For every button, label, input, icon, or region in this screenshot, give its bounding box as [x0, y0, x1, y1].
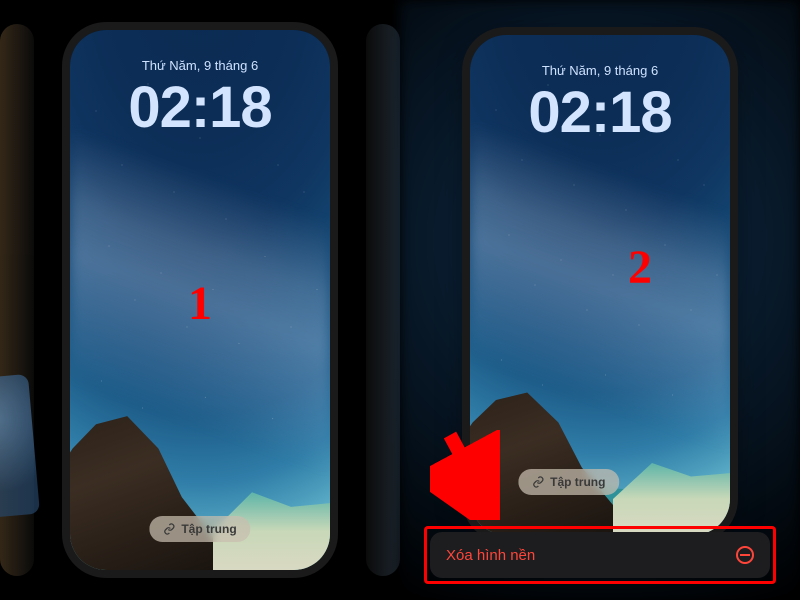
prev-wallpaper-preview: [0, 374, 40, 518]
step-1-panel: Thứ Năm, 9 tháng 6 02:18 Tập trung 1: [0, 0, 400, 600]
lockscreen-time[interactable]: 02:18: [70, 74, 330, 141]
annotation-step-number: 1: [188, 276, 212, 331]
link-icon: [163, 523, 175, 535]
step-2-panel: Thứ Năm, 9 tháng 6 02:18 Tập trung 2 Xóa…: [400, 0, 800, 600]
prev-lockscreen-peek[interactable]: [0, 24, 34, 576]
lockscreen-time[interactable]: 02:18: [470, 79, 730, 146]
lockscreen-date[interactable]: Thứ Năm, 9 tháng 6: [470, 63, 730, 78]
focus-label: Tập trung: [550, 475, 605, 489]
next-lockscreen-peek[interactable]: [366, 24, 400, 576]
lockscreen-date[interactable]: Thứ Năm, 9 tháng 6: [70, 58, 330, 73]
focus-button[interactable]: Tập trung: [518, 469, 619, 495]
delete-wallpaper-button[interactable]: Xóa hình nền: [430, 532, 770, 578]
minus-circle-icon: [736, 546, 754, 564]
lockscreen-preview[interactable]: Thứ Năm, 9 tháng 6 02:18 Tập trung: [470, 35, 730, 535]
focus-button[interactable]: Tập trung: [149, 516, 250, 542]
focus-label: Tập trung: [181, 522, 236, 536]
link-icon: [532, 476, 544, 488]
delete-wallpaper-label: Xóa hình nền: [446, 547, 535, 564]
annotation-step-number: 2: [628, 240, 652, 295]
